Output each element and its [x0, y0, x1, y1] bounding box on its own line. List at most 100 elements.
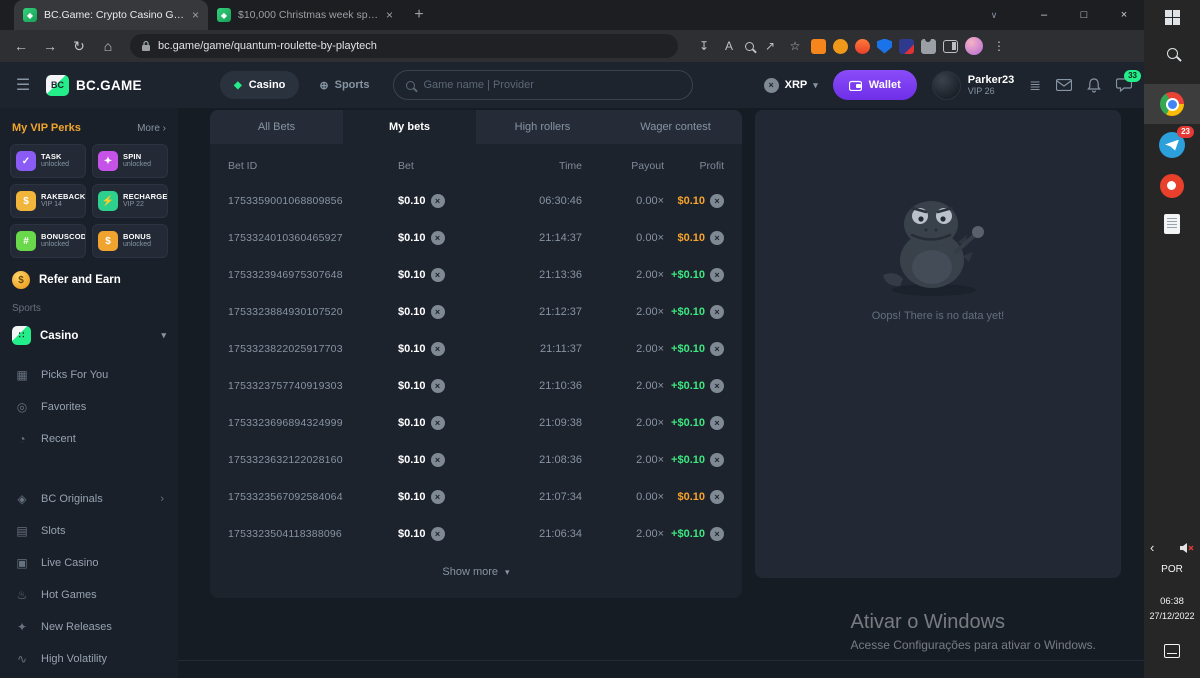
- reload-icon[interactable]: ↻: [66, 33, 92, 59]
- taskbar-red-app-button[interactable]: [1144, 174, 1200, 198]
- bell-icon[interactable]: [1087, 78, 1101, 93]
- taskbar-telegram-button[interactable]: 23: [1144, 132, 1200, 158]
- bookmark-star-icon[interactable]: ☆: [786, 39, 804, 53]
- user-profile[interactable]: Parker23 VIP 26: [932, 71, 1015, 100]
- fire-extension-icon[interactable]: [855, 39, 870, 54]
- side-panel-icon[interactable]: [943, 40, 958, 53]
- translate-icon[interactable]: A: [720, 39, 738, 53]
- windows-start-button[interactable]: [1144, 10, 1200, 25]
- chat-icon[interactable]: 33: [1116, 78, 1132, 92]
- bet-row[interactable]: 1753323822025917703 $0.10 21:11:37 2.00×: [210, 330, 742, 367]
- sidebar-menu-item[interactable]: ♨ Hot Games: [10, 579, 168, 611]
- flag-extension-icon[interactable]: [899, 39, 914, 54]
- vip-perk-card[interactable]: # BONUSCODE unlocked: [10, 224, 86, 258]
- taskbar-chrome-button[interactable]: [1144, 84, 1200, 124]
- refer-and-earn-link[interactable]: $ Refer and Earn: [12, 271, 166, 289]
- game-search-box[interactable]: [393, 70, 693, 100]
- taskbar-clock-date[interactable]: 27/12/2022: [1144, 611, 1200, 621]
- bet-row[interactable]: 1753323757740919303 $0.10 21:10:36 2.00×: [210, 367, 742, 404]
- screen: ◆ BC.Game: Crypto Casino Games × ◆ $10,0…: [0, 0, 1200, 678]
- forward-icon[interactable]: →: [37, 33, 63, 59]
- sidebar-menu-item[interactable]: ▦ Picks For You: [10, 359, 168, 391]
- bets-tab[interactable]: High rollers: [476, 110, 609, 144]
- show-more-button[interactable]: Show more ▾: [210, 554, 742, 590]
- bet-row[interactable]: 1753324010360465927 $0.10 21:14:37 0.00×: [210, 219, 742, 256]
- vip-perk-card[interactable]: ✦ SPIN unlocked: [92, 144, 168, 178]
- windows-activation-watermark: Ativar o Windows Acesse Configurações pa…: [851, 611, 1096, 652]
- sidebar-menu-item[interactable]: ◈ BC Originals ›: [10, 483, 168, 515]
- sidebar-menu-item[interactable]: ✦ New Releases: [10, 611, 168, 643]
- bet-row[interactable]: 1753323567092584064 $0.10 21:07:34 0.00×: [210, 478, 742, 515]
- game-search-input[interactable]: [423, 79, 680, 91]
- bet-list-icon[interactable]: ≣: [1029, 77, 1041, 94]
- tray-expand-chevron-icon[interactable]: ‹: [1150, 540, 1154, 555]
- taskbar-notepad-button[interactable]: [1144, 214, 1200, 234]
- window-close-button[interactable]: ×: [1104, 0, 1144, 30]
- taskbar-clock-time[interactable]: 06:38: [1144, 596, 1200, 607]
- sidebar-menu-item[interactable]: ◔ Recent: [10, 423, 168, 455]
- address-bar[interactable]: bc.game/game/quantum-roulette-by-playtec…: [130, 34, 678, 58]
- back-icon[interactable]: ←: [8, 33, 34, 59]
- casino-diamond-icon: ◆: [234, 80, 242, 91]
- tab-close-icon[interactable]: ×: [192, 8, 199, 22]
- mail-icon[interactable]: [1056, 79, 1072, 91]
- new-tab-button[interactable]: +: [406, 2, 432, 28]
- window-minimize-button[interactable]: –: [1024, 0, 1064, 30]
- bcgame-logo[interactable]: BC BC.GAME: [46, 75, 178, 96]
- home-icon[interactable]: ⌂: [95, 33, 121, 59]
- notification-center-button[interactable]: [1144, 644, 1200, 658]
- hamburger-menu-icon[interactable]: ☰: [0, 75, 46, 95]
- vip-perk-card[interactable]: ⚡ RECHARGE VIP 22: [92, 184, 168, 218]
- tab-title: BC.Game: Crypto Casino Games: [44, 9, 185, 21]
- monkey-extension-icon[interactable]: [833, 39, 848, 54]
- bet-row[interactable]: 1753323504118388096 $0.10 21:06:34 2.00×: [210, 515, 742, 552]
- bet-time: 21:14:37: [486, 232, 582, 244]
- muted-speaker-icon[interactable]: [1179, 542, 1194, 554]
- nav-casino-tab[interactable]: ◆ Casino: [220, 71, 299, 99]
- bets-tab[interactable]: My bets: [343, 110, 476, 144]
- browser-tab[interactable]: ◆ $10,000 Christmas week special ×: [208, 0, 402, 30]
- vip-perk-card[interactable]: $ RAKEBACK VIP 14: [10, 184, 86, 218]
- tab-close-icon[interactable]: ×: [386, 8, 393, 22]
- shield-extension-icon[interactable]: [877, 39, 892, 54]
- vip-perk-card[interactable]: $ BONUS unlocked: [92, 224, 168, 258]
- tab-search-chevron-icon[interactable]: ∨: [974, 0, 1014, 30]
- menu-item-icon: ◔: [14, 432, 30, 446]
- lock-icon: [141, 40, 151, 52]
- browser-tab[interactable]: ◆ BC.Game: Crypto Casino Games ×: [14, 0, 208, 30]
- taskbar-search-button[interactable]: [1144, 48, 1200, 59]
- xrp-coin-icon: [710, 527, 724, 541]
- currency-selector[interactable]: XRP ▾: [764, 78, 818, 93]
- nav-sports-tab[interactable]: ⊕ Sports: [319, 79, 369, 92]
- download-icon[interactable]: ↧: [695, 39, 713, 53]
- bet-row[interactable]: 1753323884930107520 $0.10 21:12:37 2.00×: [210, 293, 742, 330]
- sidebar-menu-item[interactable]: ▤ Slots: [10, 515, 168, 547]
- vip-perks-more-link[interactable]: More ›: [137, 123, 166, 134]
- empty-state-panel: Oops! There is no data yet!: [755, 110, 1121, 578]
- zoom-icon[interactable]: [745, 42, 754, 51]
- bet-row[interactable]: 1753323946975307648 $0.10 21:13:36 2.00×: [210, 256, 742, 293]
- bet-row[interactable]: 1753323632122028160 $0.10 21:08:36 2.00×: [210, 441, 742, 478]
- sidebar-menu-item[interactable]: ◎ Favorites: [10, 391, 168, 423]
- bet-row[interactable]: 1753359001068809856 $0.10 06:30:46 0.00×: [210, 182, 742, 219]
- sidebar-menu-item[interactable]: ▣ Live Casino: [10, 547, 168, 579]
- perk-subtitle: unlocked: [41, 241, 86, 249]
- menu-item-label: Live Casino: [41, 557, 98, 569]
- extensions-puzzle-icon[interactable]: [921, 39, 936, 54]
- site-body: My VIP Perks More › ✓ TASK unlocked: [0, 108, 1144, 678]
- bet-row[interactable]: 1753323696894324999 $0.10 21:09:38 2.00×: [210, 404, 742, 441]
- menu-item-label: Recent: [41, 433, 76, 445]
- share-icon[interactable]: ↗: [761, 39, 779, 53]
- bets-tab[interactable]: Wager contest: [609, 110, 742, 144]
- browser-menu-kebab-icon[interactable]: ⋮: [990, 39, 1008, 53]
- window-maximize-button[interactable]: □: [1064, 0, 1104, 30]
- wallet-button[interactable]: Wallet: [833, 70, 917, 100]
- casino-dropdown[interactable]: ∷ Casino ▾: [12, 326, 166, 345]
- browser-profile-avatar[interactable]: [965, 37, 983, 55]
- sidebar-menu-item[interactable]: ∿ High Volatility: [10, 643, 168, 675]
- vip-perk-card[interactable]: ✓ TASK unlocked: [10, 144, 86, 178]
- fox-extension-icon[interactable]: [811, 39, 826, 54]
- taskbar-language[interactable]: POR: [1144, 564, 1200, 575]
- menu-item-icon: ▣: [14, 556, 30, 570]
- bets-tab[interactable]: All Bets: [210, 110, 343, 144]
